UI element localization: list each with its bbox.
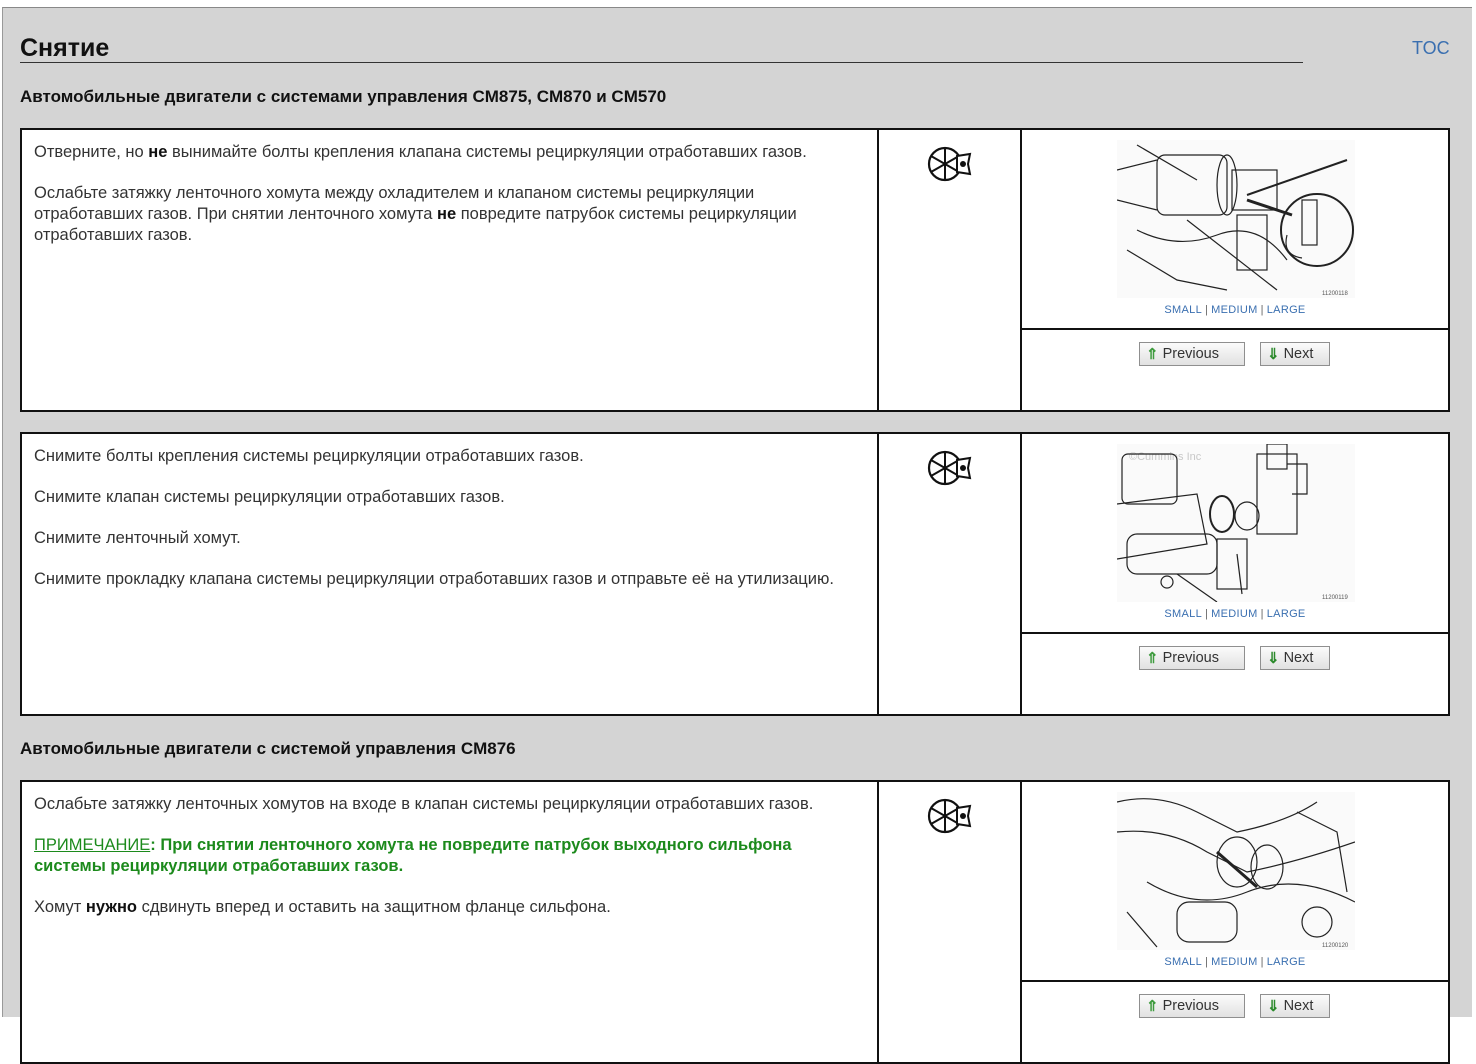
up-arrow-icon: ⇑ [1146, 998, 1159, 1015]
engine-illustration[interactable]: ©Cummins Inc 11200119 [1117, 444, 1355, 602]
illustration-cell: 11200120 SMALL | MEDIUM | LARGE [1022, 782, 1448, 982]
instruction-paragraph: Ослабьте затяжку ленточных хомутов на вх… [34, 795, 814, 813]
previous-button[interactable]: ⇑ Previous [1139, 342, 1245, 366]
note-paragraph: ПРИМЕЧАНИЕ: При снятии ленточного хомута… [34, 836, 792, 875]
size-small-link[interactable]: SMALL [1164, 304, 1202, 316]
tool-icon-cell [879, 130, 1022, 410]
next-button[interactable]: ⇓ Next [1260, 342, 1330, 366]
tool-icon-cell [879, 434, 1022, 714]
size-medium-link[interactable]: MEDIUM [1211, 956, 1257, 968]
page-title: Снятие [20, 34, 110, 62]
engine-illustration[interactable]: 11200120 [1117, 792, 1355, 950]
navigation-cell: ⇑ Previous ⇓ Next [1022, 982, 1448, 1062]
size-small-link[interactable]: SMALL [1164, 956, 1202, 968]
size-large-link[interactable]: LARGE [1267, 608, 1306, 620]
procedure-step: Ослабьте затяжку ленточных хомутов на вх… [20, 780, 1450, 1064]
procedure-step: Снимите болты крепления системы рециркул… [20, 432, 1450, 716]
size-large-link[interactable]: LARGE [1267, 956, 1306, 968]
down-arrow-icon: ⇓ [1267, 998, 1280, 1015]
previous-button[interactable]: ⇑ Previous [1139, 994, 1245, 1018]
step-instructions: Снимите болты крепления системы рециркул… [22, 434, 879, 714]
svg-text:11200119: 11200119 [1322, 595, 1348, 601]
section-heading-cm876: Автомобильные двигатели с системой управ… [20, 739, 516, 758]
wrench-tool-icon [927, 146, 972, 182]
image-size-links: SMALL | MEDIUM | LARGE [1164, 608, 1306, 620]
down-arrow-icon: ⇓ [1267, 346, 1280, 363]
step-instructions: Ослабьте затяжку ленточных хомутов на вх… [22, 782, 879, 1062]
illustration-cell: ©Cummins Inc 11200119 SMALL | MEDIUM | L… [1022, 434, 1448, 634]
engine-illustration[interactable]: 11200118 [1117, 140, 1355, 298]
instruction-paragraph: Отверните, но не вынимайте болты креплен… [34, 143, 807, 161]
svg-text:11200120: 11200120 [1322, 943, 1349, 949]
size-small-link[interactable]: SMALL [1164, 608, 1202, 620]
instruction-paragraph: Снимите клапан системы рециркуляции отра… [34, 488, 505, 506]
next-button[interactable]: ⇓ Next [1260, 646, 1330, 670]
tool-icon-cell [879, 782, 1022, 1062]
image-size-links: SMALL | MEDIUM | LARGE [1164, 304, 1306, 316]
svg-text:©Cummins Inc: ©Cummins Inc [1129, 451, 1202, 463]
instruction-paragraph: Ослабьте затяжку ленточного хомута между… [34, 184, 797, 244]
image-size-links: SMALL | MEDIUM | LARGE [1164, 956, 1306, 968]
next-button[interactable]: ⇓ Next [1260, 994, 1330, 1018]
up-arrow-icon: ⇑ [1146, 346, 1159, 363]
navigation-cell: ⇑ Previous ⇓ Next [1022, 634, 1448, 714]
instruction-paragraph: Хомут нужно сдвинуть вперед и оставить н… [34, 898, 611, 916]
previous-button[interactable]: ⇑ Previous [1139, 646, 1245, 670]
instruction-paragraph: Снимите прокладку клапана системы рецирк… [34, 570, 834, 588]
procedure-step: Отверните, но не вынимайте болты креплен… [20, 128, 1450, 412]
wrench-tool-icon [927, 798, 972, 834]
illustration-cell: 11200118 SMALL | MEDIUM | LARGE [1022, 130, 1448, 330]
instruction-paragraph: Снимите ленточный хомут. [34, 529, 241, 547]
size-medium-link[interactable]: MEDIUM [1211, 304, 1257, 316]
svg-text:11200118: 11200118 [1322, 291, 1348, 297]
title-divider [20, 62, 1303, 63]
section-heading-cm875: Автомобильные двигатели с системами упра… [20, 87, 667, 106]
document-frame: Снятие TOC Автомобильные двигатели с сис… [2, 7, 1472, 1064]
wrench-tool-icon [927, 450, 972, 486]
size-medium-link[interactable]: MEDIUM [1211, 608, 1257, 620]
step-instructions: Отверните, но не вынимайте болты креплен… [22, 130, 879, 410]
size-large-link[interactable]: LARGE [1267, 304, 1306, 316]
up-arrow-icon: ⇑ [1146, 650, 1159, 667]
note-label: ПРИМЕЧАНИЕ [34, 836, 151, 854]
down-arrow-icon: ⇓ [1267, 650, 1280, 667]
navigation-cell: ⇑ Previous ⇓ Next [1022, 330, 1448, 410]
instruction-paragraph: Снимите болты крепления системы рециркул… [34, 447, 584, 465]
toc-link[interactable]: TOC [1412, 38, 1450, 59]
